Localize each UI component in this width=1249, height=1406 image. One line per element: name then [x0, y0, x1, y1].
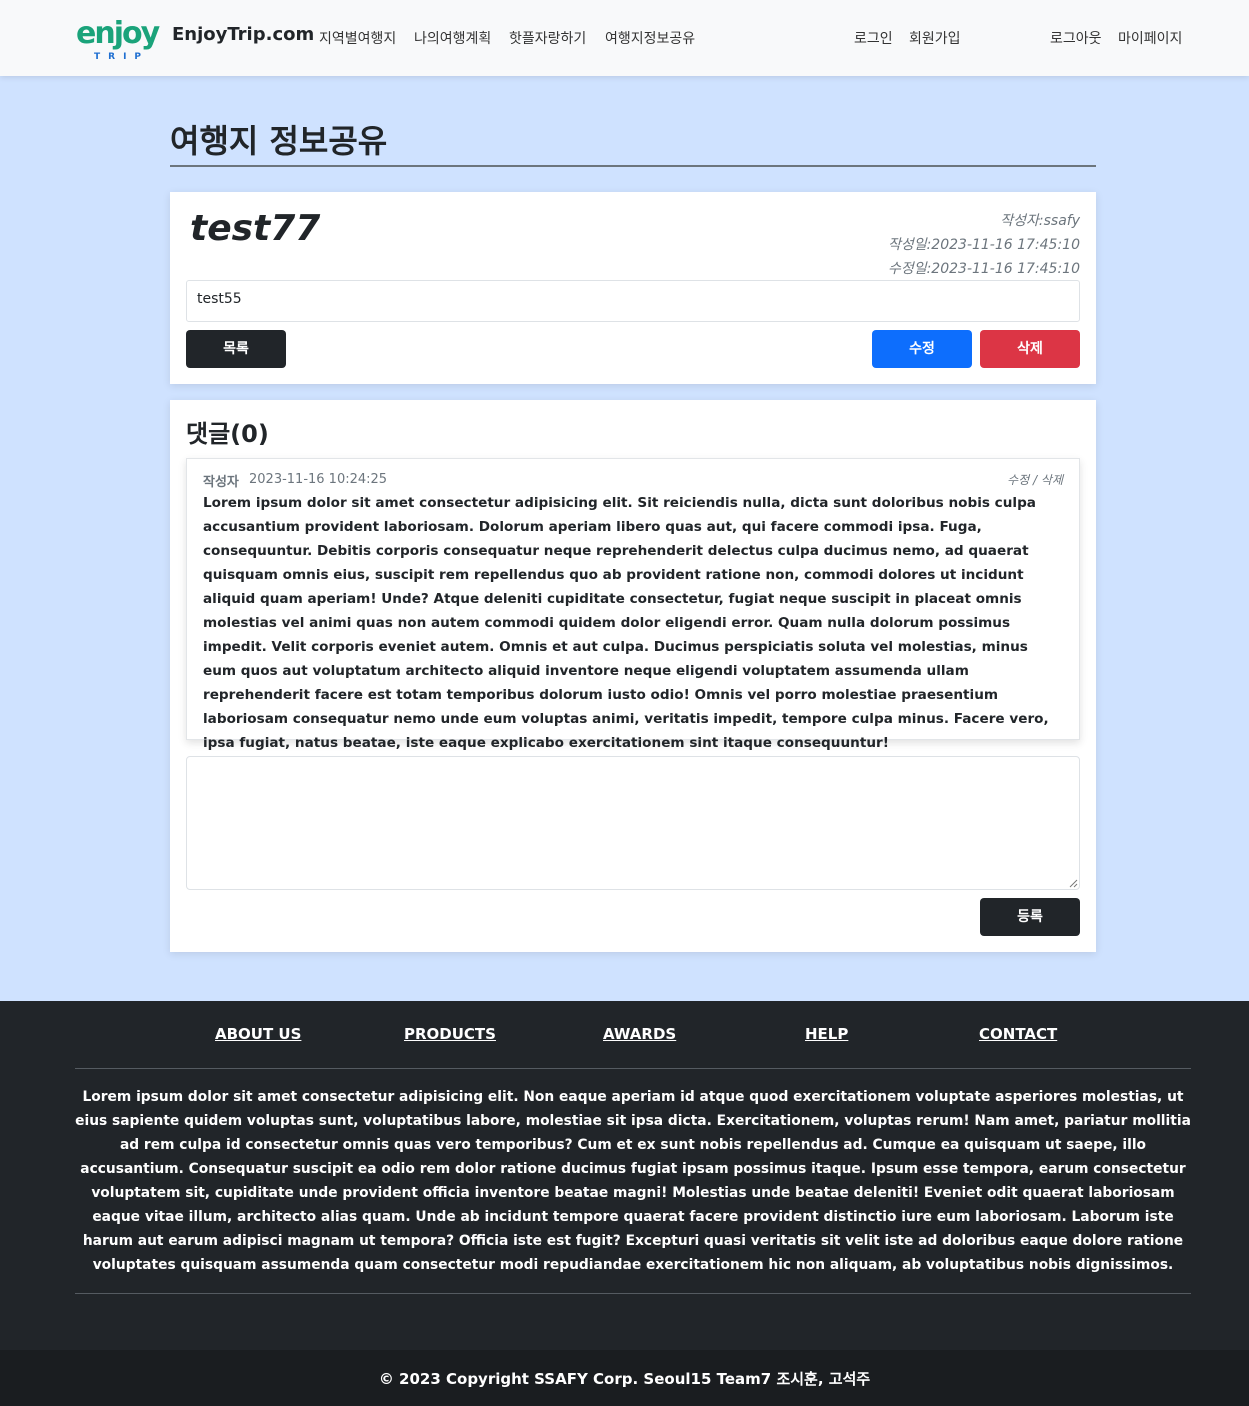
nav-link-destination-info-share[interactable]: 여행지정보공유 — [605, 28, 695, 48]
footer-link-products[interactable]: PRODUCTS — [404, 1025, 496, 1043]
comment-author: 작성자 — [203, 475, 239, 490]
article-author: 작성자:ssafy — [1000, 213, 1080, 229]
footer-link-help[interactable]: HELP — [805, 1025, 848, 1043]
login-link[interactable]: 로그인 — [854, 28, 893, 48]
brand-name[interactable]: EnjoyTrip.com — [172, 24, 314, 45]
comment-heading: 댓글(0) — [186, 420, 269, 448]
logo-sub-text: TRIP — [94, 52, 150, 62]
footer-link-awards[interactable]: AWARDS — [603, 1025, 676, 1043]
signup-link[interactable]: 회원가입 — [909, 28, 961, 48]
comment-text: Lorem ipsum dolor sit amet consectetur a… — [203, 495, 1049, 751]
list-button[interactable]: 목록 — [186, 330, 286, 368]
logo[interactable]: enjoy TRIP — [74, 12, 166, 64]
comment-edit-delete-links[interactable]: 수정 / 삭제 — [1007, 471, 1063, 488]
footer-description: Lorem ipsum dolor sit amet consectetur a… — [75, 1089, 1191, 1273]
nav-link-regional-destinations[interactable]: 지역별여행지 — [319, 28, 396, 48]
logo-mark: enjoy — [76, 16, 160, 51]
comment-date: 2023-11-16 10:24:25 — [249, 472, 388, 487]
delete-button[interactable]: 삭제 — [980, 330, 1080, 368]
nav-link-my-trip-plan[interactable]: 나의여행계획 — [414, 28, 491, 48]
comment-item: 작성자 2023-11-16 10:24:25 수정 / 삭제 Lorem ip… — [186, 458, 1080, 751]
page-title: 여행지 정보공유 — [170, 122, 388, 160]
footer: ABOUT US PRODUCTS AWARDS HELP CONTACT Lo… — [0, 1001, 1249, 1350]
article-created-date: 작성일:2023-11-16 17:45:10 — [887, 237, 1080, 253]
mypage-link[interactable]: 마이페이지 — [1118, 28, 1182, 48]
title-divider — [170, 165, 1096, 167]
article-title: test77 — [190, 208, 321, 249]
footer-link-about-us[interactable]: ABOUT US — [215, 1025, 301, 1043]
resize-handle-icon[interactable] — [1068, 878, 1078, 888]
edit-button[interactable]: 수정 — [872, 330, 972, 368]
footer-divider-bottom — [75, 1293, 1191, 1294]
logout-link[interactable]: 로그아웃 — [1050, 28, 1102, 48]
comment-input[interactable] — [186, 756, 1080, 890]
comment-card: 댓글(0) 작성자 2023-11-16 10:24:25 수정 / 삭제 Lo… — [170, 400, 1096, 952]
article-updated-date: 수정일:2023-11-16 17:45:10 — [887, 261, 1080, 277]
copyright-text: © 2023 Copyright SSAFY Corp. Seoul15 Tea… — [378, 1370, 871, 1388]
article-body: test55 — [186, 280, 1080, 322]
footer-divider-top — [75, 1068, 1191, 1069]
comment-submit-button[interactable]: 등록 — [980, 898, 1080, 936]
copyright-bar: © 2023 Copyright SSAFY Corp. Seoul15 Tea… — [0, 1350, 1249, 1406]
navbar: enjoy TRIP EnjoyTrip.com 지역별여행지 나의여행계획 핫… — [0, 0, 1249, 76]
nav-link-hotplace-share[interactable]: 핫플자랑하기 — [509, 28, 586, 48]
footer-link-contact[interactable]: CONTACT — [979, 1025, 1057, 1043]
article-card: test77 작성자:ssafy 작성일:2023-11-16 17:45:10… — [170, 192, 1096, 384]
